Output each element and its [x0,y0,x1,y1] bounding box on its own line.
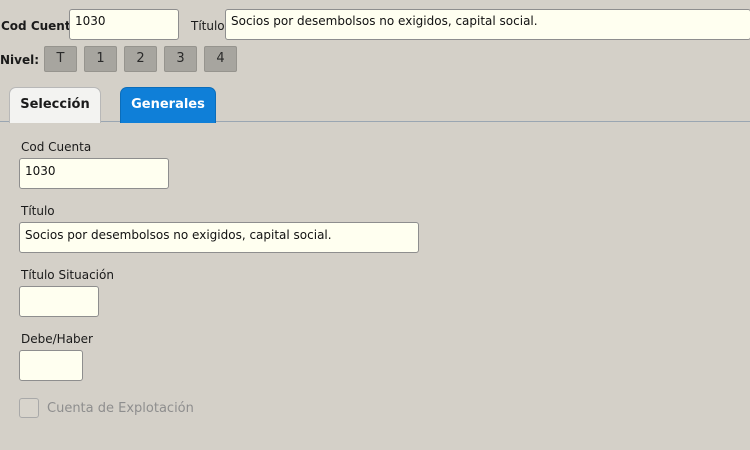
titulo-header-input[interactable]: Socios por desembolsos no exigidos, capi… [225,9,750,40]
cod-cuenta-header-label: Cod Cuenta [1,19,79,33]
titulo-label: Título [21,204,55,218]
nivel-label: Nivel: [0,53,40,67]
debe-haber-input[interactable] [19,350,83,381]
nivel-button-1[interactable]: 1 [84,46,117,72]
nivel-button-4[interactable]: 4 [204,46,237,72]
cod-cuenta-header-input[interactable]: 1030 [69,9,179,40]
cod-cuenta-label: Cod Cuenta [21,140,92,154]
titulo-situacion-label: Título Situación [21,268,114,282]
tab-seleccion[interactable]: Selección [9,87,101,123]
tab-generales[interactable]: Generales [120,87,216,123]
debe-haber-label: Debe/Haber [21,332,93,346]
titulo-header-label: Título [191,19,225,33]
nivel-button-2[interactable]: 2 [124,46,157,72]
cuenta-explotacion-checkbox[interactable] [19,398,39,418]
titulo-situacion-input[interactable] [19,286,99,317]
cod-cuenta-input[interactable]: 1030 [19,158,169,189]
nivel-button-3[interactable]: 3 [164,46,197,72]
titulo-input[interactable]: Socios por desembolsos no exigidos, capi… [19,222,419,253]
cuenta-explotacion-label: Cuenta de Explotación [47,401,194,416]
nivel-button-t[interactable]: T [44,46,77,72]
tab-strip-divider [0,121,750,122]
